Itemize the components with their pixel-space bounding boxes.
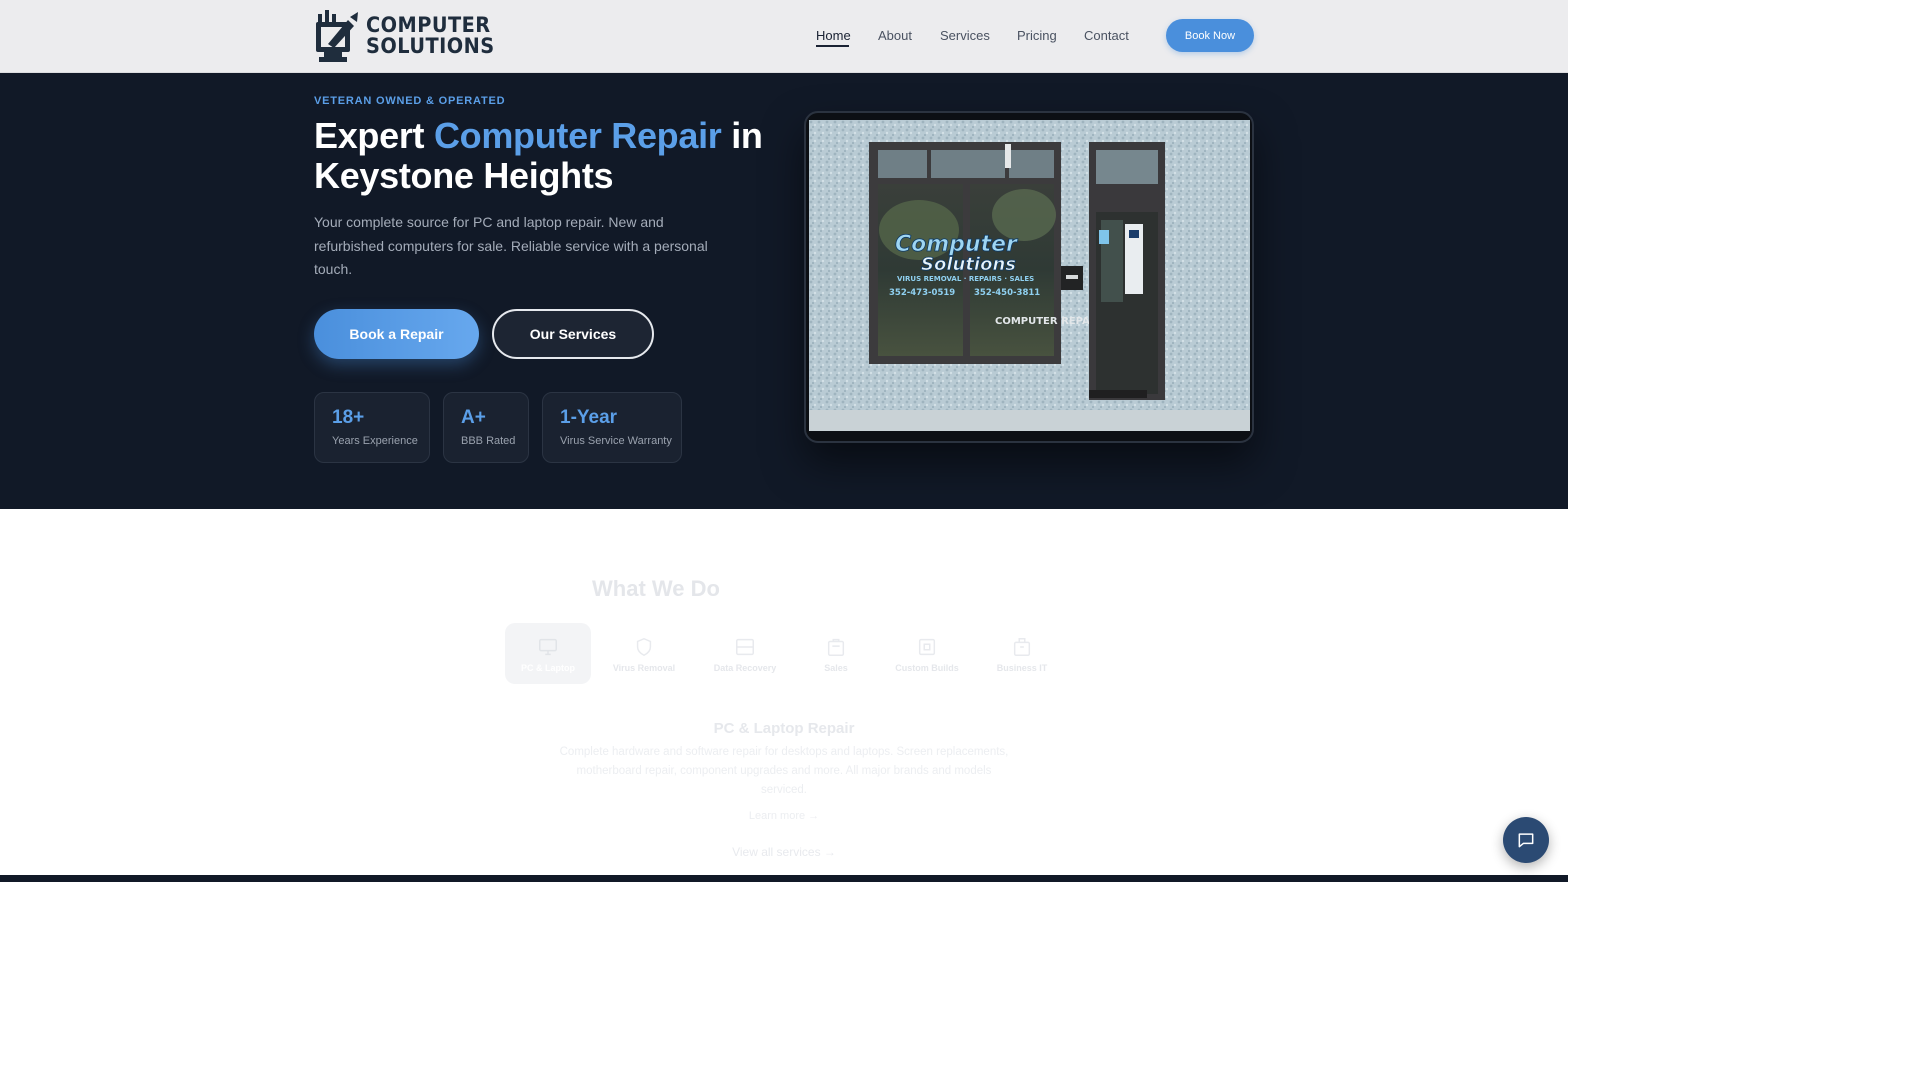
tab-virus-removal[interactable]: Virus Removal <box>603 623 685 684</box>
tab-label: Custom Builds <box>895 663 959 673</box>
stat-label: BBB Rated <box>461 435 516 447</box>
hero-section <box>0 73 1568 509</box>
stat-card: A+ BBB Rated <box>443 392 529 463</box>
chat-button[interactable] <box>1503 817 1549 863</box>
service-description: Complete hardware and software repair fo… <box>559 746 1009 796</box>
section-title: What We Do <box>592 576 720 601</box>
sign-phone-2: 352-450-3811 <box>974 288 1040 298</box>
stat-value: A+ <box>461 407 486 428</box>
service-title: PC & Laptop Repair <box>713 720 855 737</box>
nav-services[interactable]: Services <box>940 28 990 43</box>
cpu-icon <box>918 638 936 656</box>
book-now-button[interactable]: Book Now <box>1166 19 1254 52</box>
tab-business-it[interactable]: Business IT <box>986 623 1058 684</box>
hard-drive-icon <box>736 638 754 656</box>
stat-value: 1-Year <box>560 407 618 428</box>
tab-label: PC & Laptop <box>521 663 575 673</box>
tab-label: Sales <box>824 663 848 673</box>
sign-services: VIRUS REMOVAL · REPAIRS · SALES <box>897 275 1034 283</box>
logo[interactable]: COMPUTER SOLUTIONS <box>314 8 506 64</box>
storefront-photo-frame: Computer Solutions VIRUS REMOVAL · REPAI… <box>804 111 1254 443</box>
hero-title: Expert Computer Repair in Keystone Heigh… <box>314 116 784 196</box>
book-repair-button[interactable]: Book a Repair <box>314 309 479 359</box>
stat-label: Virus Service Warranty <box>560 435 672 447</box>
storefront-photo: Computer Solutions VIRUS REMOVAL · REPAI… <box>809 120 1250 431</box>
hero-title-pre: Expert <box>314 115 434 156</box>
stat-card: 18+ Years Experience <box>314 392 430 463</box>
tab-label: Business IT <box>996 663 1048 673</box>
view-all-services-link[interactable]: View all services → <box>0 845 1568 859</box>
sign-phone-1: 352-473-0519 <box>889 288 955 298</box>
stat-label: Years Experience <box>332 435 418 447</box>
nav-home[interactable]: Home <box>816 28 851 43</box>
sign-repair: COMPUTER REPAIR <box>995 316 1101 327</box>
hero-eyebrow: VETERAN OWNED & OPERATED <box>314 95 506 107</box>
hero-title-accent: Computer Repair <box>433 115 722 156</box>
nav-about[interactable]: About <box>878 28 912 43</box>
monitor-icon <box>539 638 557 656</box>
tab-label: Data Recovery <box>713 663 777 673</box>
tab-sales[interactable]: Sales <box>808 623 864 684</box>
tab-label: Virus Removal <box>612 663 676 673</box>
hero-subtitle: Your complete source for PC and laptop r… <box>314 214 708 277</box>
footer-edge <box>0 875 1568 882</box>
nav-pricing[interactable]: Pricing <box>1017 28 1057 43</box>
tab-custom-builds[interactable]: Custom Builds <box>884 623 970 684</box>
site-header: COMPUTER SOLUTIONS Home About Services P… <box>0 0 1568 73</box>
nav-active-indicator <box>816 45 849 47</box>
shopping-bag-icon <box>827 638 845 656</box>
nav-contact[interactable]: Contact <box>1084 28 1129 43</box>
logo-line-2: SOLUTIONS <box>366 34 495 58</box>
stat-value: 18+ <box>332 407 365 428</box>
stat-card: 1-Year Virus Service Warranty <box>542 392 682 463</box>
chat-bubble-icon <box>1518 833 1534 848</box>
shield-icon <box>636 637 652 657</box>
sign-text-2: Solutions <box>921 254 1016 275</box>
tab-pc-laptop[interactable]: PC & Laptop <box>505 623 591 684</box>
briefcase-icon <box>1013 638 1031 656</box>
our-services-button[interactable]: Our Services <box>492 309 654 359</box>
tab-data-recovery[interactable]: Data Recovery <box>703 623 787 684</box>
learn-more-link[interactable]: Learn more → <box>0 810 1568 822</box>
logo-icon <box>316 10 358 62</box>
logo-line-1: COMPUTER <box>366 13 491 37</box>
